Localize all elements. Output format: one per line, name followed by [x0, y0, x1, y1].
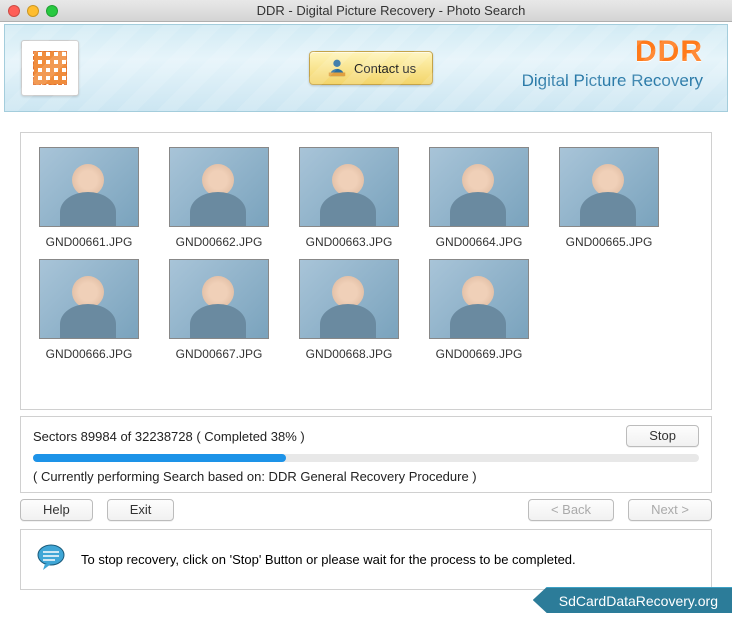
contact-us-label: Contact us: [354, 61, 416, 76]
thumbnail-item[interactable]: GND00664.JPG: [429, 147, 529, 249]
thumbnail-item[interactable]: GND00661.JPG: [39, 147, 139, 249]
photo-icon: [429, 259, 529, 339]
photo-icon: [299, 147, 399, 227]
thumbnail-item[interactable]: GND00662.JPG: [169, 147, 269, 249]
back-button: < Back: [528, 499, 614, 521]
thumbnail-label: GND00662.JPG: [169, 235, 269, 249]
titlebar: DDR - Digital Picture Recovery - Photo S…: [0, 0, 732, 22]
close-window-button[interactable]: [8, 5, 20, 17]
thumbnail-label: GND00661.JPG: [39, 235, 139, 249]
minimize-window-button[interactable]: [27, 5, 39, 17]
photo-icon: [39, 259, 139, 339]
thumbnail-row: GND00666.JPG GND00667.JPG GND00668.JPG G…: [39, 259, 693, 361]
thumbnail-label: GND00667.JPG: [169, 347, 269, 361]
brand-subtitle: Digital Picture Recovery: [522, 71, 703, 91]
photo-icon: [39, 147, 139, 227]
brand-title: DDR: [522, 35, 703, 69]
photo-icon: [429, 147, 529, 227]
progress-status-text: ( Currently performing Search based on: …: [33, 469, 699, 484]
footer-domain-text: SdCardDataRecovery.org: [559, 593, 718, 609]
thumbnail-row: GND00661.JPG GND00662.JPG GND00663.JPG G…: [39, 147, 693, 249]
thumbnail-item[interactable]: GND00663.JPG: [299, 147, 399, 249]
window-title: DDR - Digital Picture Recovery - Photo S…: [58, 3, 724, 18]
app-banner: Contact us DDR Digital Picture Recovery: [4, 24, 728, 112]
thumbnail-item[interactable]: GND00668.JPG: [299, 259, 399, 361]
thumbnail-label: GND00668.JPG: [299, 347, 399, 361]
thumbnail-label: GND00665.JPG: [559, 235, 659, 249]
thumbnail-item[interactable]: GND00669.JPG: [429, 259, 529, 361]
photo-icon: [559, 147, 659, 227]
footer-ribbon: SdCardDataRecovery.org: [533, 587, 732, 613]
thumbnail-label: GND00663.JPG: [299, 235, 399, 249]
next-button: Next >: [628, 499, 712, 521]
nav-row: Help Exit < Back Next >: [20, 499, 712, 521]
brand-block: DDR Digital Picture Recovery: [522, 35, 703, 91]
progress-panel: Sectors 89984 of 32238728 ( Completed 38…: [20, 416, 712, 493]
thumbnail-label: GND00666.JPG: [39, 347, 139, 361]
thumbnail-item[interactable]: GND00667.JPG: [169, 259, 269, 361]
progress-sectors-text: Sectors 89984 of 32238728 ( Completed 38…: [33, 429, 305, 444]
photo-icon: [169, 259, 269, 339]
thumbnail-item[interactable]: GND00665.JPG: [559, 147, 659, 249]
exit-button[interactable]: Exit: [107, 499, 175, 521]
contact-us-button[interactable]: Contact us: [309, 51, 433, 85]
app-logo-icon: [21, 40, 79, 96]
window-controls: [8, 5, 58, 17]
stop-button[interactable]: Stop: [626, 425, 699, 447]
chat-bubble-icon: [35, 542, 67, 577]
thumbnail-item[interactable]: GND00666.JPG: [39, 259, 139, 361]
tip-panel: To stop recovery, click on 'Stop' Button…: [20, 529, 712, 590]
thumbnail-label: GND00669.JPG: [429, 347, 529, 361]
photo-icon: [299, 259, 399, 339]
thumbnail-panel: GND00661.JPG GND00662.JPG GND00663.JPG G…: [20, 132, 712, 410]
zoom-window-button[interactable]: [46, 5, 58, 17]
progress-fill: [33, 454, 286, 462]
help-button[interactable]: Help: [20, 499, 93, 521]
thumbnail-label: GND00664.JPG: [429, 235, 529, 249]
photo-icon: [169, 147, 269, 227]
person-icon: [326, 56, 348, 81]
main-content: GND00661.JPG GND00662.JPG GND00663.JPG G…: [20, 132, 712, 590]
tip-text: To stop recovery, click on 'Stop' Button…: [81, 552, 576, 567]
progress-bar: [33, 454, 699, 462]
